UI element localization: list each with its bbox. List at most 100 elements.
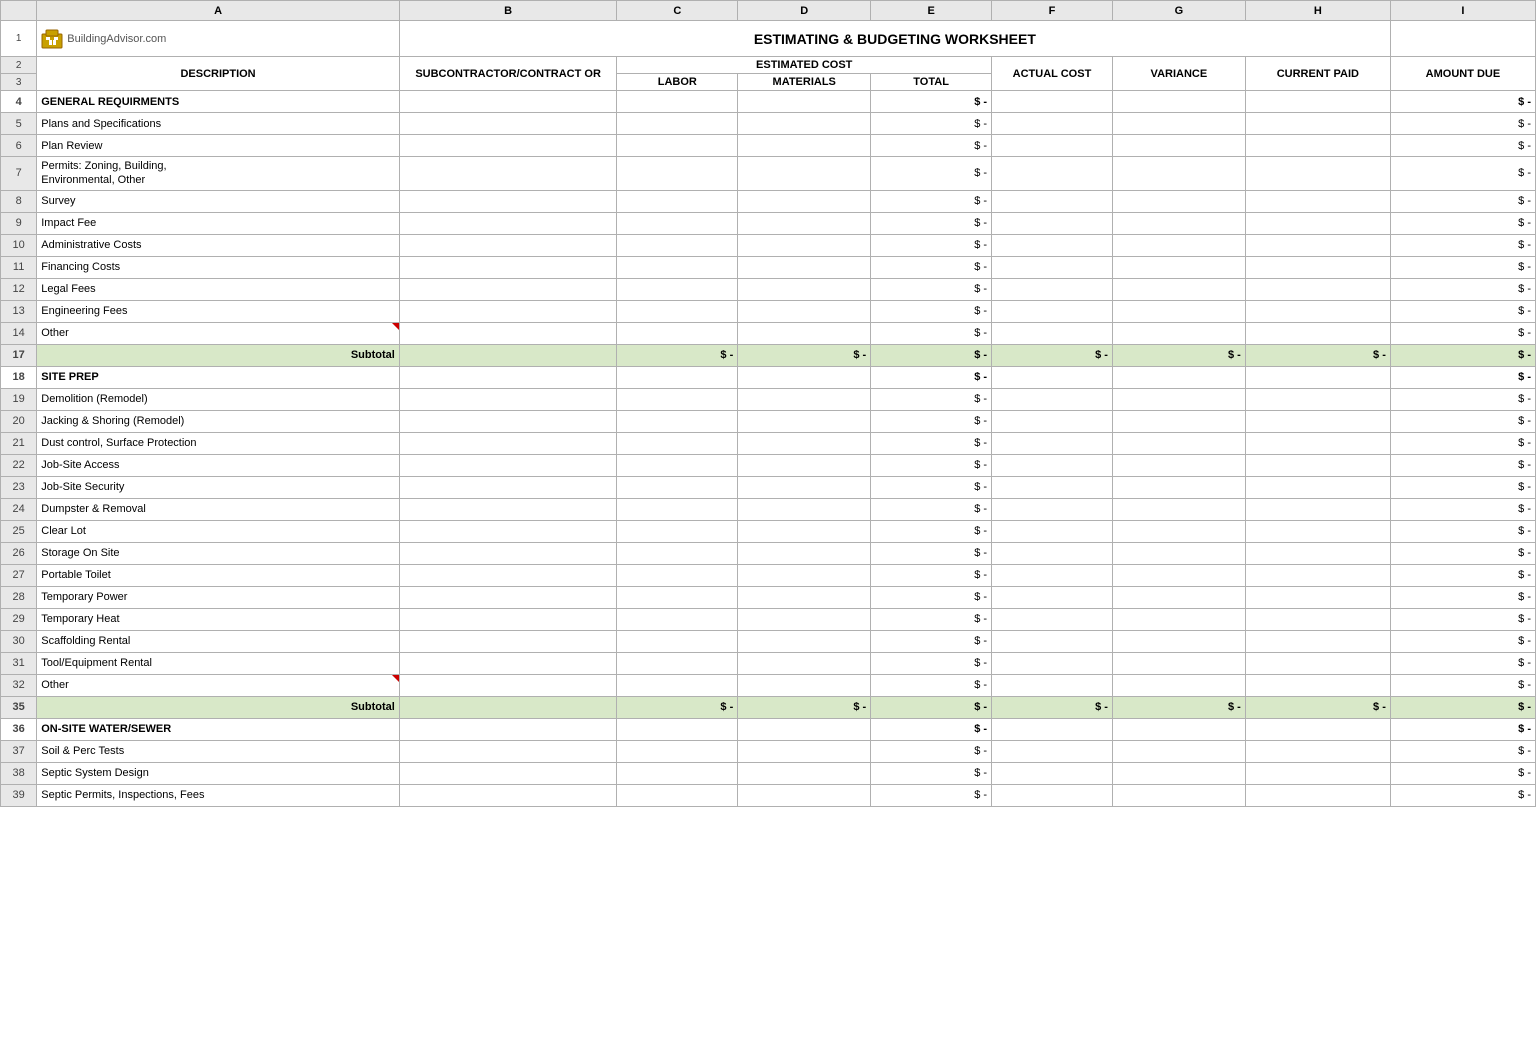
actual-cost-cell[interactable] [992, 256, 1113, 278]
labor-cell[interactable] [617, 410, 738, 432]
total-cell[interactable]: $ - [871, 608, 992, 630]
subcontract-cell[interactable] [399, 157, 617, 191]
description-cell[interactable]: Plans and Specifications [37, 113, 400, 135]
description-cell[interactable]: Other [37, 322, 400, 344]
actual-cost-cell[interactable] [992, 113, 1113, 135]
description-cell[interactable]: Jacking & Shoring (Remodel) [37, 410, 400, 432]
total-cell[interactable]: $ - [871, 113, 992, 135]
description-cell[interactable]: Portable Toilet [37, 564, 400, 586]
amount-due-cell[interactable]: $ - [1390, 366, 1535, 388]
actual-cost-cell[interactable] [992, 520, 1113, 542]
subcontract-cell[interactable] [399, 696, 617, 718]
total-cell[interactable]: $ - [871, 454, 992, 476]
subcontract-cell[interactable] [399, 454, 617, 476]
amount-due-cell[interactable]: $ - [1390, 157, 1535, 191]
total-cell[interactable]: $ - [871, 652, 992, 674]
subcontract-cell[interactable] [399, 542, 617, 564]
actual-cost-cell[interactable] [992, 278, 1113, 300]
amount-due-cell[interactable]: $ - [1390, 454, 1535, 476]
variance-cell[interactable] [1112, 212, 1245, 234]
amount-due-cell[interactable]: $ - [1390, 113, 1535, 135]
description-cell[interactable]: Other [37, 674, 400, 696]
amount-due-cell[interactable]: $ - [1390, 696, 1535, 718]
amount-due-cell[interactable]: $ - [1390, 674, 1535, 696]
amount-due-cell[interactable]: $ - [1390, 234, 1535, 256]
materials-cell[interactable] [738, 476, 871, 498]
materials-cell[interactable] [738, 190, 871, 212]
variance-cell[interactable] [1112, 608, 1245, 630]
materials-cell[interactable] [738, 454, 871, 476]
materials-cell[interactable] [738, 608, 871, 630]
variance-cell[interactable] [1112, 190, 1245, 212]
description-cell[interactable]: Engineering Fees [37, 300, 400, 322]
actual-cost-cell[interactable] [992, 432, 1113, 454]
total-cell[interactable]: $ - [871, 718, 992, 740]
actual-cost-cell[interactable] [992, 630, 1113, 652]
materials-cell[interactable] [738, 278, 871, 300]
amount-due-cell[interactable]: $ - [1390, 135, 1535, 157]
subcontract-cell[interactable] [399, 674, 617, 696]
materials-cell[interactable] [738, 113, 871, 135]
actual-cost-cell[interactable] [992, 388, 1113, 410]
total-cell[interactable]: $ - [871, 476, 992, 498]
subcontract-cell[interactable] [399, 366, 617, 388]
current-paid-cell[interactable] [1245, 388, 1390, 410]
subcontract-cell[interactable] [399, 630, 617, 652]
labor-cell[interactable] [617, 432, 738, 454]
variance-cell[interactable] [1112, 542, 1245, 564]
labor-cell[interactable] [617, 212, 738, 234]
labor-cell[interactable] [617, 454, 738, 476]
total-cell[interactable]: $ - [871, 696, 992, 718]
current-paid-cell[interactable] [1245, 498, 1390, 520]
variance-cell[interactable] [1112, 564, 1245, 586]
actual-cost-cell[interactable] [992, 91, 1113, 113]
current-paid-cell[interactable] [1245, 212, 1390, 234]
materials-cell[interactable] [738, 366, 871, 388]
total-cell[interactable]: $ - [871, 762, 992, 784]
total-cell[interactable]: $ - [871, 432, 992, 454]
subcontract-cell[interactable] [399, 608, 617, 630]
actual-cost-cell[interactable] [992, 157, 1113, 191]
current-paid-cell[interactable] [1245, 762, 1390, 784]
actual-cost-cell[interactable] [992, 652, 1113, 674]
variance-cell[interactable]: $ - [1112, 696, 1245, 718]
total-cell[interactable]: $ - [871, 740, 992, 762]
description-cell[interactable]: GENERAL REQUIRMENTS [37, 91, 400, 113]
description-cell[interactable]: Subtotal [37, 344, 400, 366]
materials-cell[interactable] [738, 256, 871, 278]
actual-cost-cell[interactable] [992, 322, 1113, 344]
description-cell[interactable]: Financing Costs [37, 256, 400, 278]
current-paid-cell[interactable] [1245, 113, 1390, 135]
subcontract-cell[interactable] [399, 784, 617, 806]
variance-cell[interactable] [1112, 432, 1245, 454]
amount-due-cell[interactable]: $ - [1390, 608, 1535, 630]
description-cell[interactable]: Permits: Zoning, Building,Environmental,… [37, 157, 400, 191]
current-paid-cell[interactable] [1245, 674, 1390, 696]
materials-cell[interactable] [738, 586, 871, 608]
actual-cost-cell[interactable] [992, 608, 1113, 630]
amount-due-cell[interactable]: $ - [1390, 586, 1535, 608]
description-cell[interactable]: Survey [37, 190, 400, 212]
actual-cost-cell[interactable] [992, 190, 1113, 212]
subcontract-cell[interactable] [399, 718, 617, 740]
total-cell[interactable]: $ - [871, 586, 992, 608]
current-paid-cell[interactable] [1245, 784, 1390, 806]
variance-cell[interactable] [1112, 157, 1245, 191]
labor-cell[interactable] [617, 476, 738, 498]
current-paid-cell[interactable] [1245, 256, 1390, 278]
subcontract-cell[interactable] [399, 135, 617, 157]
total-cell[interactable]: $ - [871, 630, 992, 652]
materials-cell[interactable] [738, 322, 871, 344]
materials-cell[interactable] [738, 388, 871, 410]
description-cell[interactable]: Subtotal [37, 696, 400, 718]
subcontract-cell[interactable] [399, 212, 617, 234]
subcontract-cell[interactable] [399, 498, 617, 520]
labor-cell[interactable] [617, 520, 738, 542]
total-cell[interactable]: $ - [871, 135, 992, 157]
amount-due-cell[interactable]: $ - [1390, 388, 1535, 410]
description-cell[interactable]: Septic Permits, Inspections, Fees [37, 784, 400, 806]
description-cell[interactable]: ON-SITE WATER/SEWER [37, 718, 400, 740]
variance-cell[interactable] [1112, 784, 1245, 806]
variance-cell[interactable] [1112, 388, 1245, 410]
materials-cell[interactable]: $ - [738, 696, 871, 718]
